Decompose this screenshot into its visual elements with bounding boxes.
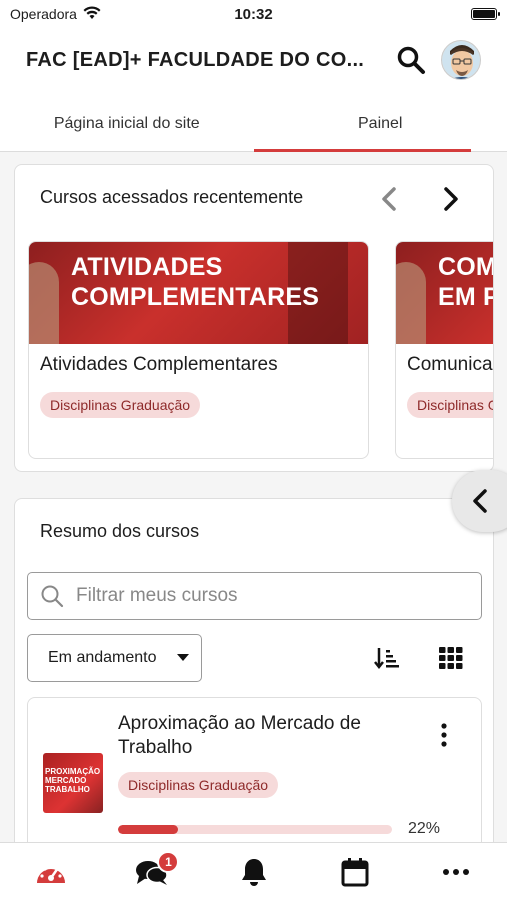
recent-courses-block: Cursos acessados recentemente ATIVIDADES… (14, 164, 494, 472)
tab-dashboard[interactable]: Painel (253, 96, 507, 152)
course-image: COM EM P (396, 242, 494, 344)
status-filter-select[interactable]: Em andamento (27, 634, 202, 682)
nav-notifications[interactable] (203, 843, 304, 900)
course-name[interactable]: Aproximação ao Mercado de Trabalho (118, 712, 408, 760)
course-name: Atividades Complementares (40, 354, 278, 375)
course-category-badge: Disciplinas Gr (407, 392, 493, 418)
chevron-left-icon (473, 489, 487, 513)
caret-down-icon (177, 654, 189, 661)
status-filter-value: Em andamento (48, 649, 157, 666)
bottom-tab-bar: 1 (0, 842, 507, 900)
view-mode-button[interactable] (435, 642, 467, 674)
nav-calendar[interactable] (304, 843, 405, 900)
tab-label: Painel (358, 114, 403, 132)
wifi-icon (83, 5, 101, 23)
avatar-face-icon (442, 41, 480, 79)
status-bar: Operadora 10:32 (0, 0, 507, 28)
chevron-right-icon (444, 187, 458, 211)
chevron-left-icon (382, 187, 396, 211)
messages-badge: 1 (157, 851, 180, 873)
battery-icon (471, 8, 500, 20)
tab-label: Página inicial do site (53, 114, 200, 132)
course-overview-block: Resumo dos cursos Filtrar meus cursos Em… (14, 498, 494, 842)
recent-course-tile[interactable]: COM EM P Comunica Disciplinas Gr (395, 241, 494, 459)
search-icon (397, 46, 425, 74)
carousel-prev-button[interactable] (369, 179, 409, 219)
filter-placeholder: Filtrar meus cursos (76, 585, 238, 606)
course-category-badge: Disciplinas Graduação (118, 772, 279, 798)
course-progress-label: 22% (408, 820, 441, 837)
carousel-next-button[interactable] (431, 179, 471, 219)
calendar-icon (341, 857, 369, 886)
course-filter-input[interactable]: Filtrar meus cursos (27, 572, 482, 620)
course-category-badge: Disciplinas Graduação (40, 392, 201, 418)
sort-icon (374, 648, 399, 670)
course-progress-fill (118, 825, 179, 834)
course-image: ATIVIDADES COMPLEMENTARES (29, 242, 368, 344)
site-title: FAC [EAD]+ FACULDADE DO CO... (26, 48, 365, 71)
nav-dashboard[interactable] (0, 843, 101, 900)
dashboard-icon (36, 863, 65, 883)
nav-more[interactable] (406, 843, 507, 900)
main-tabs: Página inicial do site Painel (0, 96, 507, 152)
course-list-item[interactable]: PROXIMAÇÃO MERCADO TRABALHO Aproximação … (27, 697, 482, 842)
recent-courses-title: Cursos acessados recentemente (40, 187, 304, 207)
sort-button[interactable] (371, 642, 403, 674)
search-icon (41, 585, 64, 608)
recent-course-tile[interactable]: ATIVIDADES COMPLEMENTARES Atividades Com… (28, 241, 369, 459)
status-left: Operadora (10, 5, 101, 23)
course-actions-button[interactable] (434, 720, 454, 750)
carrier-label: Operadora (10, 6, 77, 22)
search-button[interactable] (391, 40, 431, 80)
dashboard-content[interactable]: Cursos acessados recentemente ATIVIDADES… (0, 152, 507, 842)
kebab-menu-icon (441, 723, 447, 747)
course-thumbnail: PROXIMAÇÃO MERCADO TRABALHO (43, 753, 103, 813)
notifications-icon (241, 858, 266, 886)
course-name: Comunica (407, 354, 493, 375)
grid-icon (439, 647, 463, 669)
course-progress-bar (118, 825, 392, 834)
nav-messages[interactable]: 1 (101, 843, 202, 900)
tab-site-home[interactable]: Página inicial do site (0, 96, 254, 151)
user-avatar[interactable] (441, 40, 481, 80)
block-drawer-toggle[interactable] (452, 470, 507, 532)
course-image-text: COM EM P (438, 253, 494, 311)
course-overview-title: Resumo dos cursos (40, 521, 200, 541)
course-image-text: ATIVIDADES COMPLEMENTARES (71, 253, 320, 311)
app-header: FAC [EAD]+ FACULDADE DO CO... (0, 30, 507, 90)
app-screen: Operadora 10:32 FAC [EAD]+ FACULDADE DO … (0, 0, 507, 900)
more-icon (443, 868, 470, 875)
